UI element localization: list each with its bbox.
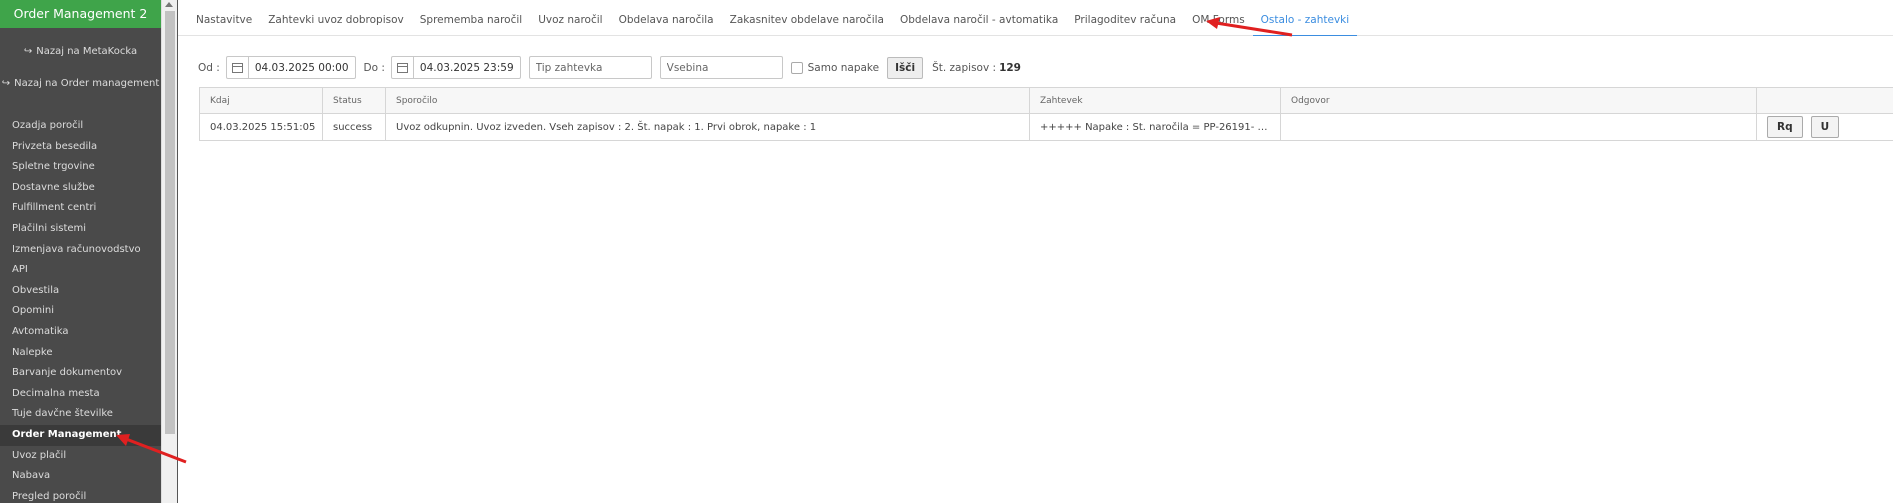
back-to-order-management-label: Nazaj na Order management xyxy=(14,78,160,89)
errors-only-label[interactable]: Samo napake xyxy=(808,62,879,74)
sidebar-item[interactable]: Decimalna mesta xyxy=(0,384,161,405)
tab-obdelava-avtomatika[interactable]: Obdelava naročil - avtomatika xyxy=(892,0,1066,36)
sidebar-item[interactable]: Barvanje dokumentov xyxy=(0,363,161,384)
cell-status: success xyxy=(322,114,385,140)
from-date-field[interactable]: 04.03.2025 00:00 xyxy=(225,56,356,79)
sidebar-item[interactable]: Plačilni sistemi xyxy=(0,219,161,240)
sidebar-item[interactable]: Dostavne službe xyxy=(0,178,161,199)
tab-bar: Nastavitve Zahtevki uvoz dobropisov Spre… xyxy=(178,0,1893,36)
sidebar-menu: Ozadja poročil Privzeta besedila Spletne… xyxy=(0,116,161,503)
sidebar-item[interactable]: Tuje davčne številke xyxy=(0,404,161,425)
tab-zakasnitev-obdelave[interactable]: Zakasnitev obdelave naročila xyxy=(722,0,892,36)
from-date-value[interactable]: 04.03.2025 00:00 xyxy=(249,62,355,74)
sidebar-item[interactable]: Avtomatika xyxy=(0,322,161,343)
sidebar-item[interactable]: Spletne trgovine xyxy=(0,157,161,178)
u-button[interactable]: U xyxy=(1810,116,1840,138)
exit-icon: ↪ xyxy=(1,78,11,89)
filter-bar: Od : 04.03.2025 00:00 Do : 04.03.2025 23… xyxy=(198,56,1021,79)
back-to-order-management-link[interactable]: ↪ Nazaj na Order management xyxy=(0,68,161,100)
to-date-value[interactable]: 04.03.2025 23:59 xyxy=(414,62,520,74)
back-to-metakocka-link[interactable]: ↪ Nazaj na MetaKocka xyxy=(0,28,161,68)
to-label: Do : xyxy=(363,61,385,74)
record-count-value: 129 xyxy=(999,61,1021,74)
sidebar-title: Order Management 2 xyxy=(0,0,161,28)
view-request-button[interactable]: Rq xyxy=(1767,116,1803,138)
table-row[interactable]: 04.03.2025 15:51:05 success Uvoz odkupni… xyxy=(199,114,1893,141)
sidebar-item[interactable]: Ozadja poročil xyxy=(0,116,161,137)
column-header-actions xyxy=(1756,88,1893,113)
scroll-up-arrow-icon[interactable] xyxy=(165,2,173,7)
cell-when: 04.03.2025 15:51:05 xyxy=(199,114,322,140)
back-to-metakocka-label: Nazaj na MetaKocka xyxy=(36,46,138,57)
tab-prilagoditev-racuna[interactable]: Prilagoditev računa xyxy=(1066,0,1184,36)
tab-nastavitve[interactable]: Nastavitve xyxy=(188,0,260,36)
sidebar-scrollbar[interactable] xyxy=(161,0,178,503)
errors-only-checkbox[interactable] xyxy=(790,61,803,74)
scrollbar-thumb[interactable] xyxy=(165,11,175,434)
exit-icon: ↪ xyxy=(23,46,33,57)
tab-ostalo-zahtevki[interactable]: Ostalo - zahtevki xyxy=(1252,0,1358,36)
sidebar-item[interactable]: Fulfillment centri xyxy=(0,198,161,219)
cell-message: Uvoz odkupnin. Uvoz izveden. Vseh zapiso… xyxy=(385,114,1029,140)
column-header-message[interactable]: Sporočilo xyxy=(385,88,1029,113)
column-header-response[interactable]: Odgovor xyxy=(1280,88,1756,113)
sidebar-item[interactable]: Uvoz plačil xyxy=(0,446,161,467)
content-input[interactable] xyxy=(659,56,783,79)
tab-zahtevki-uvoz-dobropisov[interactable]: Zahtevki uvoz dobropisov xyxy=(260,0,412,36)
sidebar-item-order-management[interactable]: Order Management xyxy=(0,424,161,446)
table-header-row: Kdaj Status Sporočilo Zahtevek Odgovor xyxy=(199,88,1893,114)
column-header-request[interactable]: Zahtevek xyxy=(1029,88,1280,113)
tab-om-forms[interactable]: OM Forms xyxy=(1184,0,1253,36)
cell-response xyxy=(1280,114,1756,140)
cell-actions: Rq U xyxy=(1756,114,1893,140)
tab-uvoz-narocil[interactable]: Uvoz naročil xyxy=(530,0,610,36)
record-count-label: Št. zapisov : xyxy=(932,61,997,74)
sidebar-item[interactable]: Nalepke xyxy=(0,343,161,364)
column-header-status[interactable]: Status xyxy=(322,88,385,113)
cell-request: +++++ Napake : Št. naročila = PP-26191- … xyxy=(1029,114,1280,140)
sidebar-item[interactable]: Izmenjava računovodstvo xyxy=(0,240,161,261)
request-type-input[interactable] xyxy=(528,56,652,79)
sidebar-item[interactable]: Nabava xyxy=(0,466,161,487)
sidebar-item[interactable]: Privzeta besedila xyxy=(0,137,161,158)
cell-request-text: +++++ Napake : Št. naročila = PP-26191- … xyxy=(1040,121,1268,133)
tab-sprememba-narocil[interactable]: Sprememba naročil xyxy=(412,0,530,36)
sidebar-item[interactable]: Opomini xyxy=(0,301,161,322)
calendar-icon[interactable] xyxy=(227,57,249,78)
sidebar-item[interactable]: API xyxy=(0,260,161,281)
calendar-icon[interactable] xyxy=(392,57,414,78)
tab-obdelava-narocila[interactable]: Obdelava naročila xyxy=(611,0,722,36)
to-date-field[interactable]: 04.03.2025 23:59 xyxy=(390,56,521,79)
sidebar: Order Management 2 ↪ Nazaj na MetaKocka … xyxy=(0,0,161,503)
column-header-when[interactable]: Kdaj xyxy=(199,88,322,113)
search-button[interactable]: Išči xyxy=(887,56,924,79)
main-content: Nastavitve Zahtevki uvoz dobropisov Spre… xyxy=(178,0,1893,503)
sidebar-item[interactable]: Pregled poročil xyxy=(0,487,161,503)
requests-table: Kdaj Status Sporočilo Zahtevek Odgovor 0… xyxy=(199,87,1893,141)
from-label: Od : xyxy=(198,61,220,74)
sidebar-item[interactable]: Obvestila xyxy=(0,281,161,302)
